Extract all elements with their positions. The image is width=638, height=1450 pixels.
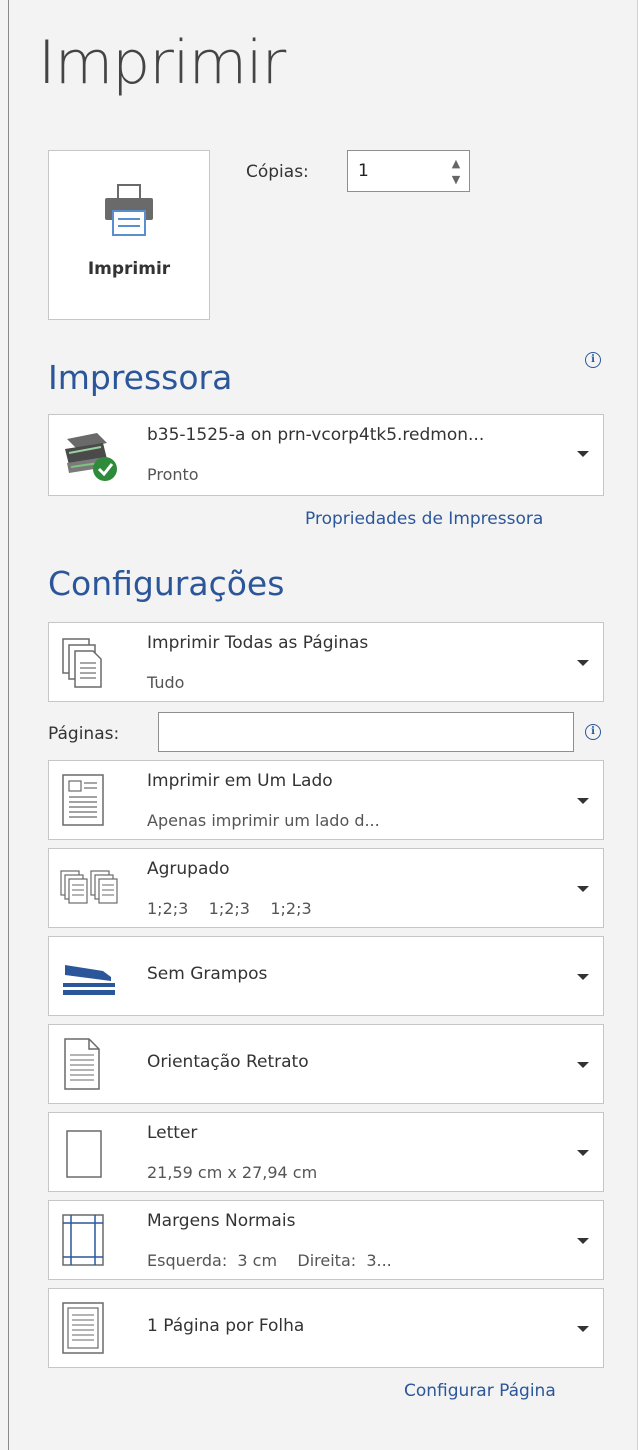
- margins-label: Margens Normais: [147, 1211, 296, 1231]
- one-sided-icon: [59, 771, 109, 833]
- margins-dropdown[interactable]: Margens Normais Esquerda: 3 cm Direita: …: [48, 1200, 604, 1280]
- copies-stepper[interactable]: 1 ▲ ▼: [347, 150, 470, 192]
- pages-per-sheet-dropdown[interactable]: 1 Página por Folha: [48, 1288, 604, 1368]
- sides-dropdown[interactable]: Imprimir em Um Lado Apenas imprimir um l…: [48, 760, 604, 840]
- print-button[interactable]: Imprimir: [48, 150, 210, 320]
- chevron-down-icon: [577, 660, 589, 666]
- collated-icon: [59, 869, 121, 913]
- chevron-down-icon: [577, 886, 589, 892]
- print-range-label: Imprimir Todas as Páginas: [147, 633, 369, 653]
- collation-dropdown[interactable]: Agrupado 1;2;3 1;2;3 1;2;3: [48, 848, 604, 928]
- left-divider: [8, 0, 9, 1450]
- paper-size-icon: [59, 1127, 109, 1187]
- staple-label: Sem Grampos: [147, 964, 268, 984]
- pages-label: Páginas:: [48, 724, 120, 744]
- copies-label: Cópias:: [246, 162, 309, 182]
- collation-value: 1;2;3 1;2;3 1;2;3: [147, 899, 312, 918]
- pages-per-sheet-icon: [59, 1299, 109, 1361]
- stapler-icon: [59, 957, 121, 1001]
- settings-section-title: Configurações: [48, 564, 285, 603]
- paper-size-label: Letter: [147, 1123, 198, 1143]
- paper-size-dropdown[interactable]: Letter 21,59 cm x 27,94 cm: [48, 1112, 604, 1192]
- sides-value: Apenas imprimir um lado d...: [147, 811, 380, 830]
- page-setup-link[interactable]: Configurar Página: [404, 1381, 556, 1401]
- printer-ready-icon: [59, 423, 121, 491]
- portrait-icon: [59, 1035, 109, 1097]
- all-pages-icon: [59, 635, 109, 695]
- pages-input[interactable]: [158, 712, 574, 752]
- chevron-down-icon: [577, 451, 589, 457]
- increment-icon[interactable]: ▲: [449, 156, 463, 170]
- copies-value[interactable]: 1: [358, 161, 369, 181]
- margins-value: Esquerda: 3 cm Direita: 3...: [147, 1251, 392, 1270]
- info-icon[interactable]: i: [585, 352, 601, 368]
- printer-dropdown[interactable]: b35-1525-a on prn-vcorp4tk5.redmon... Pr…: [48, 414, 604, 496]
- printer-name: b35-1525-a on prn-vcorp4tk5.redmon...: [147, 425, 485, 445]
- paper-size-value: 21,59 cm x 27,94 cm: [147, 1163, 318, 1182]
- chevron-down-icon: [577, 1150, 589, 1156]
- page-title: Imprimir: [38, 28, 286, 98]
- printer-section-title: Impressora: [48, 358, 233, 397]
- printer-properties-link[interactable]: Propriedades de Impressora: [305, 509, 543, 529]
- chevron-down-icon: [577, 798, 589, 804]
- orientation-dropdown[interactable]: Orientação Retrato: [48, 1024, 604, 1104]
- print-range-value: Tudo: [147, 673, 185, 692]
- chevron-down-icon: [577, 1326, 589, 1332]
- chevron-down-icon: [577, 1062, 589, 1068]
- margins-icon: [59, 1211, 109, 1273]
- orientation-label: Orientação Retrato: [147, 1052, 309, 1072]
- staple-dropdown[interactable]: Sem Grampos: [48, 936, 604, 1016]
- decrement-icon[interactable]: ▼: [449, 172, 463, 186]
- collation-label: Agrupado: [147, 859, 230, 879]
- printer-status: Pronto: [147, 465, 199, 484]
- chevron-down-icon: [577, 1238, 589, 1244]
- printer-icon: [99, 181, 159, 245]
- print-range-dropdown[interactable]: Imprimir Todas as Páginas Tudo: [48, 622, 604, 702]
- info-icon[interactable]: i: [585, 724, 601, 740]
- sides-label: Imprimir em Um Lado: [147, 771, 333, 791]
- print-button-label: Imprimir: [87, 259, 171, 279]
- pages-per-sheet-label: 1 Página por Folha: [147, 1316, 305, 1336]
- chevron-down-icon: [577, 974, 589, 980]
